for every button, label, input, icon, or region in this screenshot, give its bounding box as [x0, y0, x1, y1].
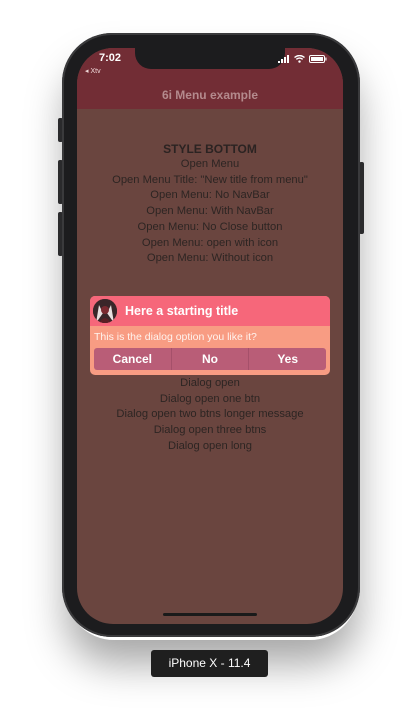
- status-icons: [278, 55, 327, 63]
- menu-item-open-menu[interactable]: Open Menu: [77, 157, 343, 173]
- device-label: iPhone X - 11.4: [151, 650, 268, 677]
- back-to-app-link[interactable]: ◂ Xtv: [85, 67, 101, 75]
- dialog-item-three-btns[interactable]: Dialog open three btns: [77, 423, 343, 439]
- dialog: Here a starting title This is the dialog…: [90, 296, 330, 375]
- dialog-section: Dialog open Dialog open one btn Dialog o…: [77, 376, 343, 455]
- dialog-button-bar: Cancel No Yes: [94, 348, 326, 370]
- menu-item-no-navbar[interactable]: Open Menu: No NavBar: [77, 188, 343, 204]
- notch: [135, 48, 285, 69]
- no-button[interactable]: No: [172, 348, 250, 370]
- battery-icon: [309, 55, 327, 63]
- dialog-title: Here a starting title: [125, 304, 239, 318]
- cancel-button[interactable]: Cancel: [94, 348, 172, 370]
- dialog-message: This is the dialog option you like it?: [94, 331, 257, 343]
- menu-item-open-menu-title[interactable]: Open Menu Title: "New title from menu": [77, 173, 343, 189]
- dialog-item-one-btn[interactable]: Dialog open one btn: [77, 392, 343, 408]
- wifi-icon: [294, 55, 305, 63]
- navbar: 7:02 ◂ Xtv 6i Menu example: [77, 48, 343, 109]
- avatar-icon: [93, 299, 117, 323]
- dialog-item-open[interactable]: Dialog open: [77, 376, 343, 392]
- yes-button[interactable]: Yes: [249, 348, 326, 370]
- menu-item-no-close-button[interactable]: Open Menu: No Close button: [77, 220, 343, 236]
- menu-item-open-with-icon[interactable]: Open Menu: open with icon: [77, 236, 343, 252]
- section-heading: STYLE BOTTOM: [163, 142, 257, 156]
- status-time: 7:02: [99, 52, 122, 64]
- phone-screen: 7:02 ◂ Xtv 6i Menu example STYLE BOTTOM …: [77, 48, 343, 624]
- dialog-header: Here a starting title: [90, 296, 330, 326]
- navbar-title: 6i Menu example: [161, 88, 259, 102]
- menu-item-without-icon[interactable]: Open Menu: Without icon: [77, 251, 343, 267]
- home-indicator[interactable]: [163, 613, 257, 616]
- signal-icon: [278, 55, 289, 63]
- dialog-item-two-btns-long[interactable]: Dialog open two btns longer message: [77, 407, 343, 423]
- menu-item-with-navbar[interactable]: Open Menu: With NavBar: [77, 204, 343, 220]
- dialog-item-open-long[interactable]: Dialog open long: [77, 439, 343, 455]
- menu-section: STYLE BOTTOM Open Menu Open Menu Title: …: [77, 142, 343, 267]
